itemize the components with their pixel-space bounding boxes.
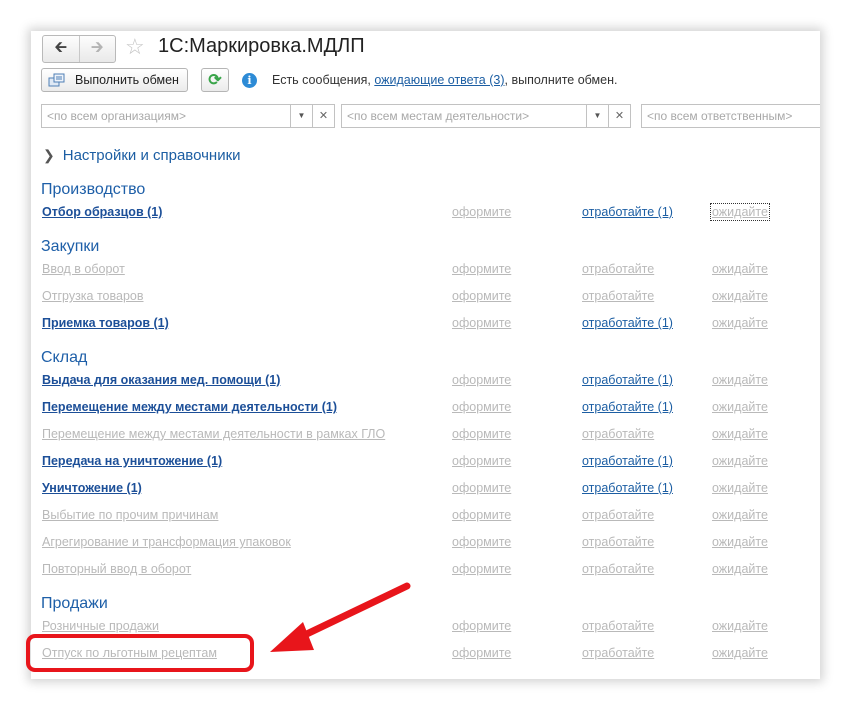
- annotation-arrow-icon: [270, 582, 411, 652]
